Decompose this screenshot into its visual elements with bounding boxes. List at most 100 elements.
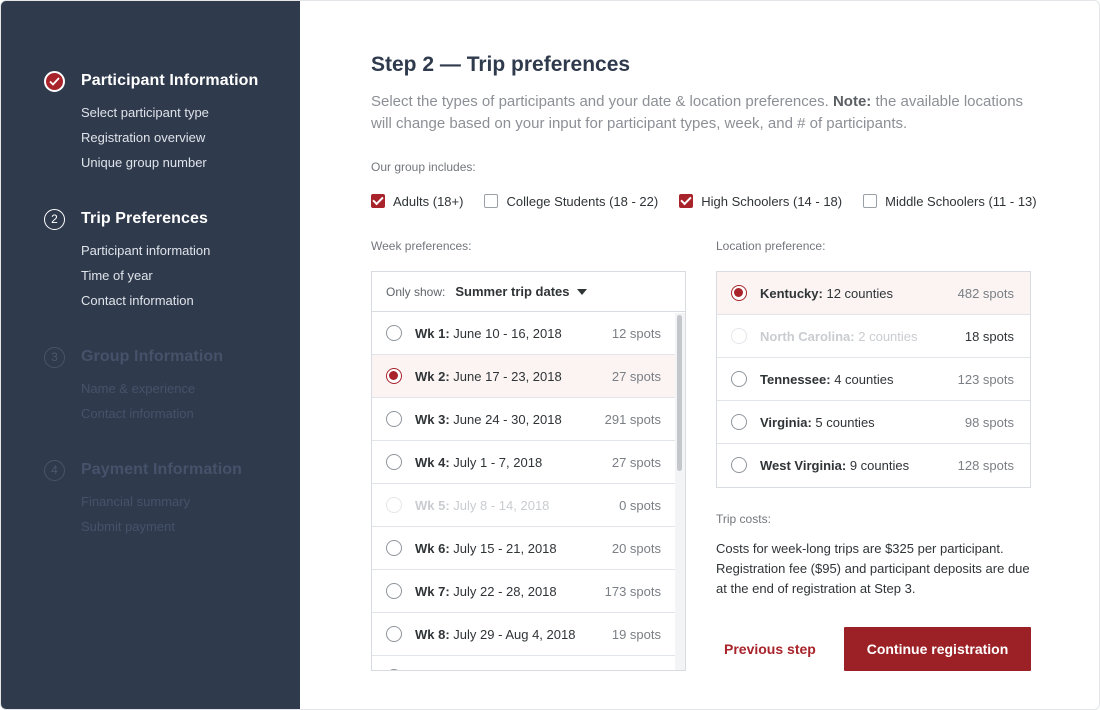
continue-registration-button[interactable]: Continue registration bbox=[844, 627, 1031, 671]
week-dates: July 29 - Aug 4, 2018 bbox=[453, 626, 576, 642]
step-participant-information[interactable]: Participant Information Select participa… bbox=[44, 70, 258, 175]
location-row-virginia[interactable]: Virginia: 5 counties 98 spots bbox=[717, 401, 1030, 444]
week-row-2[interactable]: Wk 2: June 17 - 23, 2018 27 spots bbox=[372, 355, 685, 398]
week-filter: Only show: Summer trip dates bbox=[372, 272, 685, 312]
checkbox-checked-icon[interactable] bbox=[679, 194, 694, 208]
trip-costs-text: Costs for week-long trips are $325 per p… bbox=[716, 541, 1030, 596]
substep-financial-summary: Financial summary bbox=[81, 494, 191, 509]
checkbox-label: High Schoolers (14 - 18) bbox=[701, 193, 843, 209]
week-row-4[interactable]: Wk 4: July 1 - 7, 2018 27 spots bbox=[372, 441, 685, 484]
step-title: Participant Information bbox=[81, 72, 259, 89]
week-dates: July 15 - 21, 2018 bbox=[453, 540, 557, 556]
week-preferences-label: Week preferences: bbox=[371, 239, 472, 253]
checkbox-high-schoolers[interactable]: High Schoolers (14 - 18) bbox=[679, 194, 842, 209]
radio-unselected-icon[interactable] bbox=[386, 325, 402, 341]
week-row-partial[interactable] bbox=[372, 656, 685, 670]
location-row-kentucky[interactable]: Kentucky: 12 counties 482 spots bbox=[717, 272, 1030, 315]
location-counties: 12 counties bbox=[826, 285, 893, 301]
step-group-information: 3 Group Information Name & experience Co… bbox=[44, 346, 223, 426]
group-includes-label: Our group includes: bbox=[371, 160, 476, 174]
location-name: North Carolina: bbox=[760, 328, 855, 344]
week-name: Wk 8: bbox=[415, 626, 450, 642]
location-name: Kentucky: bbox=[760, 285, 823, 301]
week-spots: 0 spots bbox=[619, 497, 661, 513]
week-name: Wk 4: bbox=[415, 454, 450, 470]
step-trip-preferences[interactable]: 2 Trip Preferences Participant informati… bbox=[44, 208, 210, 313]
week-list-scrollbar[interactable] bbox=[675, 313, 685, 670]
substep-time-of-year[interactable]: Time of year bbox=[81, 263, 210, 288]
week-filter-label: Only show: bbox=[386, 284, 446, 299]
checkbox-college-students[interactable]: College Students (18 - 22) bbox=[484, 194, 658, 209]
location-counties: 5 counties bbox=[815, 414, 875, 430]
week-name: Wk 2: bbox=[415, 368, 450, 384]
radio-unselected-icon[interactable] bbox=[731, 414, 747, 430]
week-spots: 27 spots bbox=[611, 454, 661, 470]
radio-unselected-icon[interactable] bbox=[386, 626, 402, 642]
checkbox-middle-schoolers[interactable]: Middle Schoolers (11 - 13) bbox=[863, 194, 1037, 209]
week-row-8[interactable]: Wk 8: July 29 - Aug 4, 2018 19 spots bbox=[372, 613, 685, 656]
location-row-tennessee[interactable]: Tennessee: 4 counties 123 spots bbox=[717, 358, 1030, 401]
step-number-badge: 3 bbox=[44, 346, 65, 368]
substep-registration-overview[interactable]: Registration overview bbox=[81, 125, 258, 150]
radio-unselected-icon[interactable] bbox=[386, 454, 402, 470]
week-row-7[interactable]: Wk 7: July 22 - 28, 2018 173 spots bbox=[372, 570, 685, 613]
week-filter-dropdown[interactable]: Summer trip dates bbox=[455, 284, 569, 299]
week-spots: 19 spots bbox=[611, 626, 661, 642]
caret-down-icon[interactable] bbox=[576, 288, 587, 295]
week-spots: 27 spots bbox=[611, 368, 661, 384]
step-number-badge: 4 bbox=[44, 459, 65, 481]
week-name: Wk 5: bbox=[415, 497, 450, 513]
substep-select-participant-type[interactable]: Select participant type bbox=[81, 100, 258, 125]
checkbox-unchecked-icon[interactable] bbox=[484, 194, 499, 208]
step-title: Trip Preferences bbox=[81, 210, 208, 227]
location-name: West Virginia: bbox=[760, 458, 847, 473]
substep-contact-information[interactable]: Contact information bbox=[81, 288, 210, 313]
previous-step-link[interactable]: Previous step bbox=[724, 641, 816, 657]
week-dates: July 1 - 7, 2018 bbox=[453, 454, 543, 470]
radio-unselected-icon[interactable] bbox=[386, 540, 402, 556]
week-dates: June 10 - 16, 2018 bbox=[453, 325, 562, 341]
checkbox-label: College Students (18 - 22) bbox=[506, 193, 659, 209]
location-row-west-virginia[interactable]: West Virginia: 9 counties 128 spots bbox=[717, 444, 1030, 487]
intro-sentence: Select the types of participants and you… bbox=[371, 93, 829, 110]
location-counties: 9 counties bbox=[849, 458, 910, 473]
week-name: Wk 1: bbox=[415, 325, 450, 341]
location-name: Virginia: bbox=[760, 414, 812, 430]
substep-participant-information[interactable]: Participant information bbox=[81, 238, 210, 263]
location-name: Tennessee: bbox=[760, 371, 831, 387]
radio-unselected-icon[interactable] bbox=[386, 583, 402, 599]
radio-selected-icon[interactable] bbox=[386, 368, 402, 384]
step-title: Payment Information bbox=[81, 461, 243, 478]
radio-selected-icon[interactable] bbox=[731, 285, 747, 301]
scrollbar-thumb[interactable] bbox=[677, 315, 682, 471]
week-dates: July 8 - 14, 2018 bbox=[453, 497, 550, 513]
radio-unselected-icon[interactable] bbox=[731, 371, 747, 387]
registration-window: Participant Information Select participa… bbox=[0, 0, 1100, 710]
location-counties: 4 counties bbox=[834, 371, 894, 387]
week-row-6[interactable]: Wk 6: July 15 - 21, 2018 20 spots bbox=[372, 527, 685, 570]
week-dates: July 22 - 28, 2018 bbox=[453, 583, 557, 599]
week-spots: 291 spots bbox=[604, 411, 661, 427]
substep-unique-group-number[interactable]: Unique group number bbox=[81, 150, 258, 175]
radio-unselected-icon[interactable] bbox=[731, 457, 747, 473]
week-spots: 12 spots bbox=[611, 325, 661, 341]
week-spots: 173 spots bbox=[604, 583, 661, 599]
radio-disabled-icon bbox=[386, 497, 402, 513]
checkbox-label: Adults (18+) bbox=[393, 193, 464, 209]
step-title: Group Information bbox=[81, 348, 224, 365]
location-list: Kentucky: 12 counties 482 spots North Ca… bbox=[716, 271, 1031, 488]
checkbox-adults[interactable]: Adults (18+) bbox=[371, 194, 463, 209]
participant-type-checkboxes: Adults (18+) College Students (18 - 22) … bbox=[371, 191, 1037, 211]
location-spots: 123 spots bbox=[957, 371, 1014, 387]
checkbox-unchecked-icon[interactable] bbox=[863, 194, 878, 208]
checkbox-checked-icon[interactable] bbox=[371, 194, 385, 208]
page-title: Step 2 — Trip preferences bbox=[371, 53, 631, 76]
checkbox-label: Middle Schoolers (11 - 13) bbox=[885, 193, 1037, 209]
radio-unselected-icon[interactable] bbox=[386, 669, 402, 670]
location-spots: 128 spots bbox=[957, 458, 1014, 473]
radio-disabled-icon bbox=[731, 328, 747, 344]
week-row-3[interactable]: Wk 3: June 24 - 30, 2018 291 spots bbox=[372, 398, 685, 441]
location-preference-label: Location preference: bbox=[716, 239, 826, 253]
week-row-1[interactable]: Wk 1: June 10 - 16, 2018 12 spots bbox=[372, 312, 685, 355]
radio-unselected-icon[interactable] bbox=[386, 411, 402, 427]
